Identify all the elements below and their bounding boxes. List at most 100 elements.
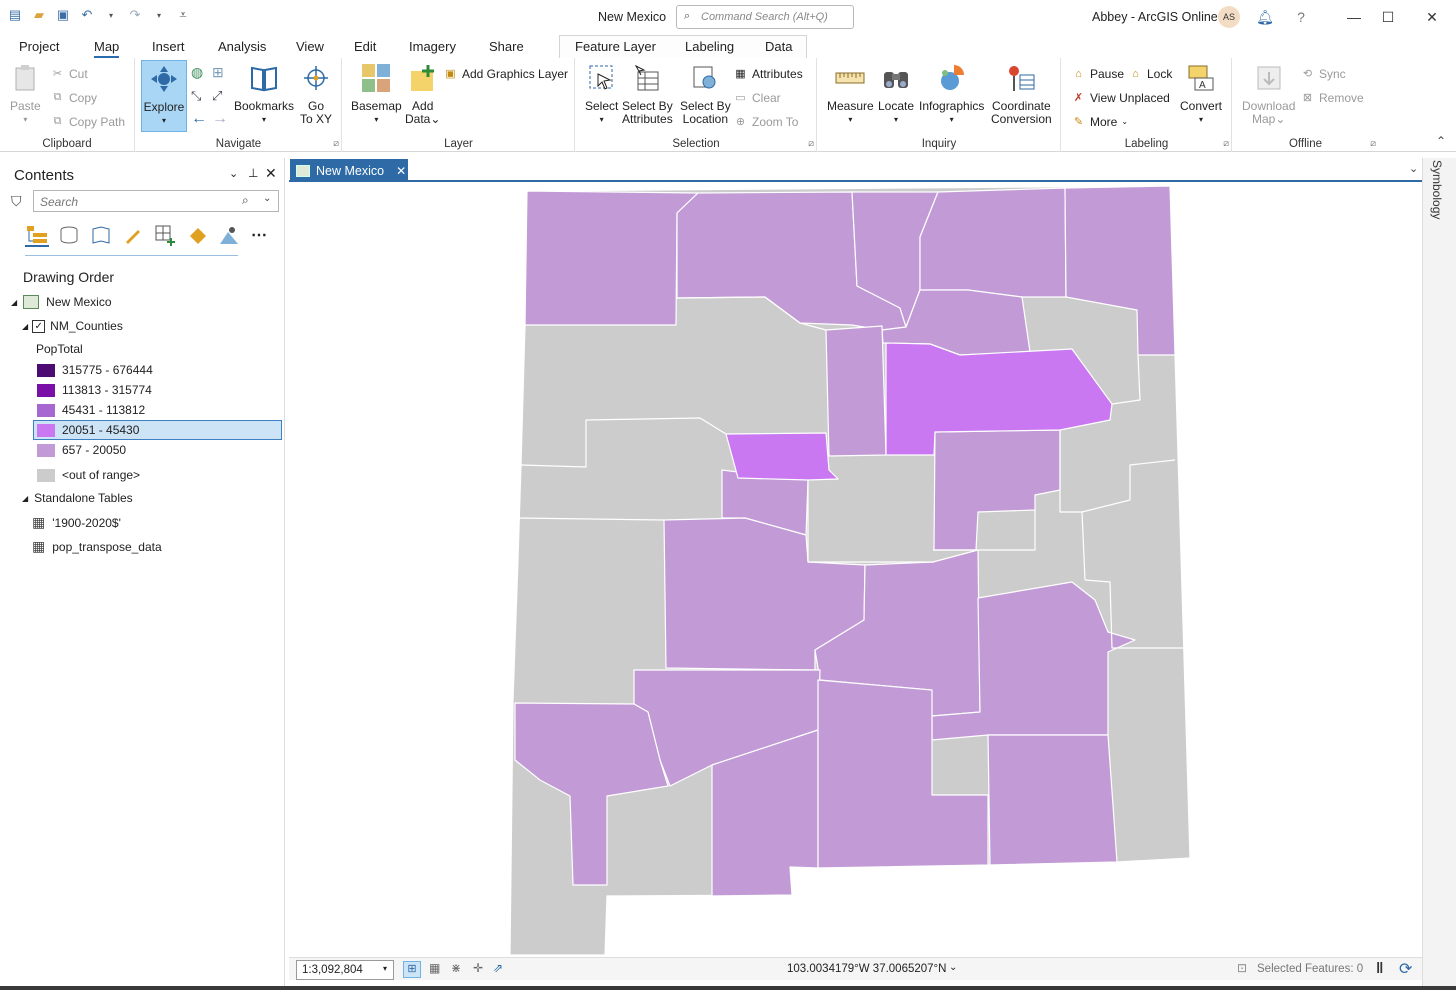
north-arrow-icon[interactable]: ⇗ [493, 961, 503, 975]
copy-path-button[interactable]: ⧉ Copy Path [50, 114, 125, 129]
legend-class-out-of-range[interactable]: <out of range> [37, 468, 140, 482]
more-labeling-button[interactable]: ✎ More ⌄ [1071, 114, 1128, 129]
full-extent-icon[interactable]: ◍ [191, 64, 203, 81]
convert-labels-button[interactable]: A Convert ▾ [1180, 62, 1222, 126]
select-by-attributes-button[interactable]: Select By Attributes [622, 62, 673, 126]
symbology-pane-tab[interactable]: Symbology [1430, 160, 1444, 219]
tab-insert[interactable]: Insert [152, 39, 185, 54]
tab-data[interactable]: Data [765, 39, 792, 54]
add-data-button[interactable]: Add Data⌄ [405, 62, 440, 126]
tab-project[interactable]: Project [19, 39, 59, 54]
coordinate-conversion-button[interactable]: Coordinate Conversion [991, 62, 1052, 126]
tab-share[interactable]: Share [489, 39, 524, 54]
command-search-input[interactable]: ⌕ Command Search (Alt+Q) [676, 5, 854, 29]
list-by-snapping-icon[interactable] [153, 223, 177, 247]
basemap-button[interactable]: Basemap ▾ [351, 62, 402, 126]
collapse-arrow-icon[interactable]: ◢ [22, 322, 28, 331]
county[interactable] [987, 734, 1118, 866]
pin-icon[interactable]: ⊥ [248, 166, 258, 180]
refresh-icon[interactable]: ⟳ [1399, 959, 1412, 979]
maximize-button[interactable]: ☐ [1376, 5, 1400, 29]
collapse-arrow-icon[interactable]: ◢ [11, 298, 17, 307]
select-button[interactable]: Select ▾ [585, 62, 618, 126]
labeling-launcher-icon[interactable]: ⧄ [1223, 138, 1229, 149]
sync-button[interactable]: ⟲ Sync [1300, 66, 1346, 81]
save-icon[interactable]: ▣ [54, 6, 72, 24]
download-map-button[interactable]: Download Map⌄ [1242, 62, 1295, 126]
county[interactable] [919, 187, 1067, 298]
standalone-tables-node[interactable]: ◢ Standalone Tables [22, 491, 133, 505]
close-tab-icon[interactable]: ✕ [396, 164, 406, 178]
grid-icon[interactable]: ▦ [429, 961, 440, 975]
coordinate-format-dropdown-icon[interactable]: ⌄ [949, 962, 957, 973]
view-unplaced-button[interactable]: ✗ View Unplaced [1071, 90, 1170, 105]
close-window-button[interactable]: ✕ [1420, 5, 1444, 29]
cut-button[interactable]: ✂ Cut [50, 66, 88, 81]
attributes-button[interactable]: ▦ Attributes [733, 66, 802, 81]
tab-view[interactable]: View [296, 39, 324, 54]
bookmarks-button[interactable]: Bookmarks ▾ [234, 62, 294, 126]
customize-toolbar-icon[interactable]: ⩡ [174, 6, 192, 24]
pause-drawing-icon[interactable]: ‖ [1376, 960, 1383, 977]
legend-class-3[interactable]: 45431 - 113812 [37, 403, 145, 417]
redo-dropdown-icon[interactable]: ▾ [150, 6, 168, 24]
tab-labeling[interactable]: Labeling [685, 39, 734, 54]
list-by-drawing-order-icon[interactable] [25, 223, 49, 247]
more-options-icon[interactable]: ⋯ [247, 223, 271, 247]
legend-class-4[interactable]: 20051 - 45430 [37, 423, 139, 437]
zoom-in-fixed-icon[interactable]: ⤡ [191, 88, 201, 104]
list-by-labeling-icon[interactable] [185, 223, 209, 247]
legend-class-5[interactable]: 657 - 20050 [37, 443, 126, 457]
avatar[interactable]: AS [1218, 6, 1240, 28]
infographics-button[interactable]: Infographics ▾ [919, 62, 984, 126]
contents-search-input[interactable]: Search ⌕ ⌄ [33, 190, 279, 212]
fixed-zoom-icon[interactable]: ⊞ [212, 64, 224, 81]
table-item[interactable]: ▦ pop_transpose_data [32, 538, 162, 555]
locate-button[interactable]: Locate ▾ [878, 62, 914, 126]
close-pane-icon[interactable]: ✕ [265, 165, 277, 182]
tab-analysis[interactable]: Analysis [218, 39, 266, 54]
zoom-to-selection-button[interactable]: ⊕ Zoom To [733, 114, 799, 129]
county[interactable] [524, 190, 699, 326]
tab-map[interactable]: Map [94, 39, 120, 58]
list-by-editing-icon[interactable] [121, 223, 145, 247]
pane-options-icon[interactable]: ⌄ [229, 167, 238, 180]
select-by-location-button[interactable]: Select By Location [680, 62, 731, 126]
lock-labels-button[interactable]: ⌂ Lock [1128, 66, 1172, 81]
scale-selector[interactable]: 1:3,092,804 ▾ [296, 960, 394, 980]
clear-selection-button[interactable]: ▭ Clear [733, 90, 780, 105]
redo-icon[interactable]: ↷ [126, 6, 144, 24]
constraints-icon[interactable]: ⋇ [451, 961, 461, 975]
navigate-launcher-icon[interactable]: ⧄ [333, 138, 339, 149]
county[interactable] [825, 325, 887, 457]
tab-feature-layer[interactable]: Feature Layer [575, 39, 656, 54]
map-tab[interactable]: New Mexico ✕ [290, 159, 408, 182]
notification-bell-icon[interactable]: 🔔︎ [1253, 5, 1277, 29]
new-project-icon[interactable]: ▤ [6, 6, 24, 24]
measure-button[interactable]: Measure ▾ [827, 62, 874, 126]
undo-dropdown-icon[interactable]: ▾ [102, 6, 120, 24]
go-to-xy-button[interactable]: Go To XY [300, 62, 332, 126]
selected-features-count[interactable]: Selected Features: 0 [1257, 963, 1363, 975]
county-map[interactable] [289, 183, 1422, 957]
map-view[interactable] [289, 183, 1422, 957]
tab-edit[interactable]: Edit [354, 39, 376, 54]
paste-button[interactable]: Paste ▾ [10, 62, 41, 126]
previous-extent-icon[interactable]: ← [191, 110, 207, 128]
selection-launcher-icon[interactable]: ⧄ [808, 138, 814, 149]
undo-icon[interactable]: ↶ [78, 6, 96, 24]
list-by-perspective-imagery-icon[interactable] [217, 223, 241, 247]
remove-offline-button[interactable]: ⊠ Remove [1300, 90, 1364, 105]
list-by-selection-icon[interactable] [89, 223, 113, 247]
legend-class-1[interactable]: 315775 - 676444 [37, 363, 153, 377]
collapse-ribbon-icon[interactable]: ⌃ [1436, 134, 1446, 148]
layer-node[interactable]: ◢ ✓ NM_Counties [22, 319, 123, 333]
pause-labeling-button[interactable]: ⌂ Pause [1071, 66, 1124, 81]
tab-imagery[interactable]: Imagery [409, 39, 456, 54]
copy-button[interactable]: ⧉ Copy [50, 90, 97, 105]
list-by-source-icon[interactable] [57, 223, 81, 247]
scale-dropdown-icon[interactable]: ▾ [383, 964, 387, 973]
user-name[interactable]: Abbey - ArcGIS Online [1092, 10, 1218, 24]
snapping-icon[interactable]: ✛ [473, 961, 483, 975]
minimize-button[interactable]: — [1342, 5, 1366, 29]
